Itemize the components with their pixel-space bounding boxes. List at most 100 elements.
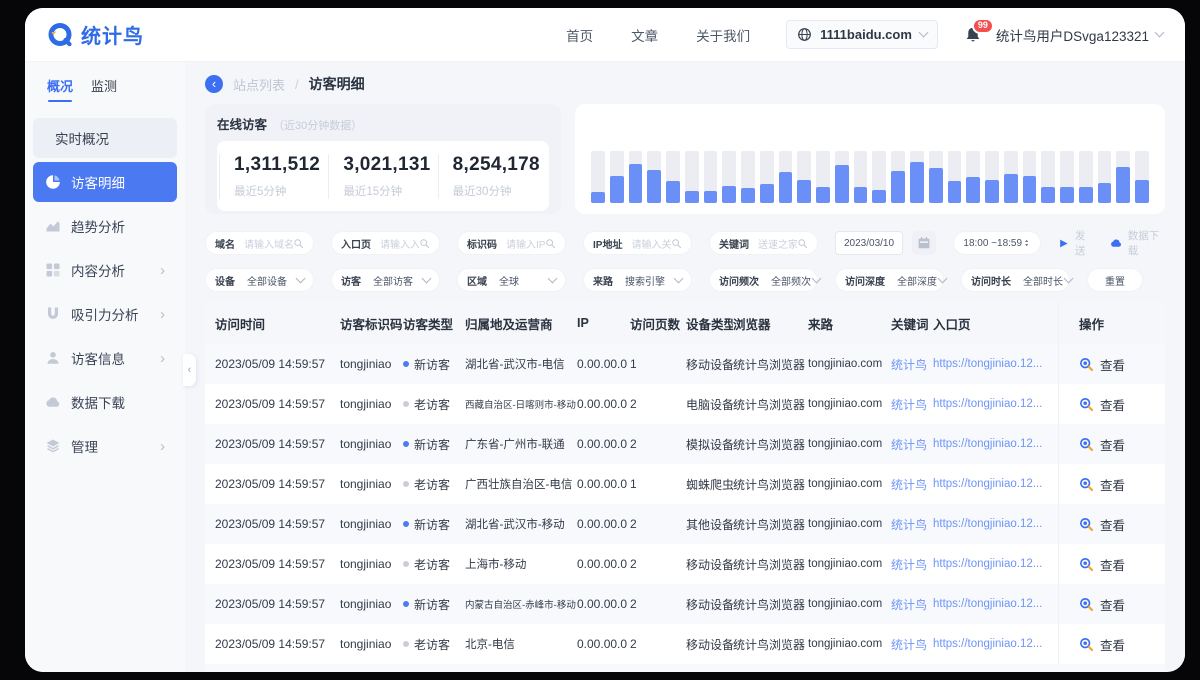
entry-page-link[interactable]: https://tongjiniao.12... (933, 398, 1058, 410)
breadcrumb-site-list[interactable]: 站点列表 (233, 75, 285, 94)
filter-label: 标识码 (467, 236, 497, 251)
bar-track (929, 151, 943, 203)
search-filter-input[interactable]: IP地址 请输入关键词 (583, 231, 692, 255)
chevron-down-icon (422, 273, 432, 283)
topnav-link[interactable]: 关于我们 (696, 25, 750, 45)
view-button[interactable]: 查看 (1100, 515, 1125, 534)
bar-track (722, 151, 736, 203)
data-download-button[interactable]: 数据下载 (1110, 228, 1165, 258)
visit-time: 2023/05/09 14:59:57 (215, 477, 340, 491)
chevron-down-icon (1064, 273, 1074, 283)
row-actions: 查看 (1058, 344, 1165, 384)
sidebar-item[interactable]: 趋势分析 (33, 206, 177, 246)
select-filter[interactable]: 访客 全部访客 (331, 268, 440, 292)
sidebar-item[interactable]: 吸引力分析 › (33, 294, 177, 334)
user-menu[interactable]: 统计鸟用户DSvga123321 (996, 25, 1163, 45)
pages-visited: 2 (630, 637, 686, 651)
view-button[interactable]: 查看 (1100, 435, 1125, 454)
select-filter[interactable]: 区域 全球 (457, 268, 566, 292)
sidebar-item[interactable]: 访客信息 › (33, 338, 177, 378)
visitor-type: 新访客 (403, 596, 465, 613)
search-filter-input[interactable]: 入口页 请输入入口页网址 (331, 231, 440, 255)
chevron-right-icon: › (160, 351, 165, 366)
view-button[interactable]: 查看 (1100, 555, 1125, 574)
view-button[interactable]: 查看 (1100, 475, 1125, 494)
view-magnifier-icon (1079, 437, 1094, 452)
entry-page-link[interactable]: https://tongjiniao.12... (933, 518, 1058, 530)
entry-page-link[interactable]: https://tongjiniao.12... (933, 358, 1058, 370)
col-keyword: 关键词 (891, 314, 933, 333)
keyword-link[interactable]: 统计鸟 (891, 516, 933, 533)
bar-fill (1098, 183, 1112, 203)
view-button[interactable]: 查看 (1100, 595, 1125, 614)
table-body: 2023/05/09 14:59:57 tongjiniao 新访客 湖北省-武… (205, 344, 1165, 664)
site-selector[interactable]: 1111baidu.com (786, 20, 938, 49)
row-actions: 查看 (1058, 384, 1165, 424)
pages-visited: 2 (630, 597, 686, 611)
keyword-link[interactable]: 统计鸟 (891, 436, 933, 453)
row-actions: 查看 (1058, 464, 1165, 504)
visitor-type-dot (403, 401, 409, 407)
online-visitors-stats: 1,311,512 最近5分钟 3,021,131 最近15分钟 8,254,1… (217, 141, 549, 211)
keyword-link[interactable]: 统计鸟 (891, 396, 933, 413)
logo-text: 统计鸟 (81, 20, 144, 49)
sidebar-item-icon (45, 350, 61, 366)
time-range-input[interactable]: 18:00 ~18:59 (953, 231, 1041, 255)
select-filter[interactable]: 设备 全部设备 (205, 268, 314, 292)
pages-visited: 2 (630, 397, 686, 411)
view-magnifier-icon (1079, 517, 1094, 532)
sidebar-item[interactable]: 管理 › (33, 426, 177, 466)
bar-track (910, 151, 924, 203)
bar-fill (1079, 187, 1093, 203)
notification-bell[interactable]: 99 (964, 26, 982, 44)
topnav-link[interactable]: 首页 (566, 25, 593, 45)
search-filter-input[interactable]: 域名 请输入域名 (205, 231, 314, 255)
keyword-link[interactable]: 统计鸟 (891, 556, 933, 573)
search-filter-input[interactable]: 标识码 请输入IP地址 (457, 231, 566, 255)
select-filter[interactable]: 来路 搜索引擎 (583, 268, 692, 292)
bar-track (1041, 151, 1055, 203)
visitor-location: 广东省-广州市-联通 (465, 436, 577, 452)
bar-fill (966, 177, 980, 203)
chevron-right-icon: › (160, 439, 165, 454)
topnav-link[interactable]: 文章 (631, 25, 658, 45)
view-button[interactable]: 查看 (1100, 395, 1125, 414)
keyword-link[interactable]: 统计鸟 (891, 596, 933, 613)
bar-fill (797, 180, 811, 203)
visitor-location: 北京-电信 (465, 636, 577, 652)
date-input[interactable]: 2023/03/10 (835, 231, 903, 255)
table-row-partial (205, 664, 1165, 672)
table-row: 2023/05/09 14:59:57 tongjiniao 新访客 广东省-广… (205, 424, 1165, 464)
sidebar-item[interactable]: 内容分析 › (33, 250, 177, 290)
bar-track (854, 151, 868, 203)
keyword-link[interactable]: 统计鸟 (891, 476, 933, 493)
select-filter[interactable]: 访问深度 全部深度 (835, 268, 944, 292)
search-filter-input[interactable]: 关键词 送速之家早的... (709, 231, 818, 255)
filter-label: 关键词 (719, 236, 749, 251)
tab-overview[interactable]: 概况 (47, 76, 73, 102)
keyword-link[interactable]: 统计鸟 (891, 636, 933, 653)
view-button[interactable]: 查看 (1100, 355, 1125, 374)
reset-button[interactable]: 重置 (1087, 268, 1143, 292)
tab-monitor[interactable]: 监测 (91, 76, 117, 102)
sidebar-item[interactable]: 实时概况 (33, 118, 177, 158)
sidebar-item[interactable]: 数据下载 (33, 382, 177, 422)
entry-page-link[interactable]: https://tongjiniao.12... (933, 558, 1058, 570)
sidebar-item-icon (45, 438, 61, 454)
select-filter[interactable]: 访问频次 全部频次 (709, 268, 818, 292)
entry-page-link[interactable]: https://tongjiniao.12... (933, 638, 1058, 650)
entry-page-link[interactable]: https://tongjiniao.12... (933, 598, 1058, 610)
sidebar-item[interactable]: 访客明细 (33, 162, 177, 202)
calendar-button[interactable] (912, 231, 936, 255)
view-button[interactable]: 查看 (1100, 635, 1125, 654)
sidebar-item-icon (45, 306, 61, 322)
back-button[interactable]: ‹ (205, 75, 223, 93)
col-visitor-id: 访客标识码 (340, 314, 403, 333)
sidebar-collapse-handle[interactable]: ‹ (183, 354, 196, 386)
select-filter[interactable]: 访问时长 全部时长 (961, 268, 1070, 292)
send-button[interactable]: 发送 (1058, 228, 1093, 258)
keyword-link[interactable]: 统计鸟 (891, 356, 933, 373)
entry-page-link[interactable]: https://tongjiniao.12... (933, 438, 1058, 450)
entry-page-link[interactable]: https://tongjiniao.12... (933, 478, 1058, 490)
filter-label: 设备 (215, 273, 235, 288)
